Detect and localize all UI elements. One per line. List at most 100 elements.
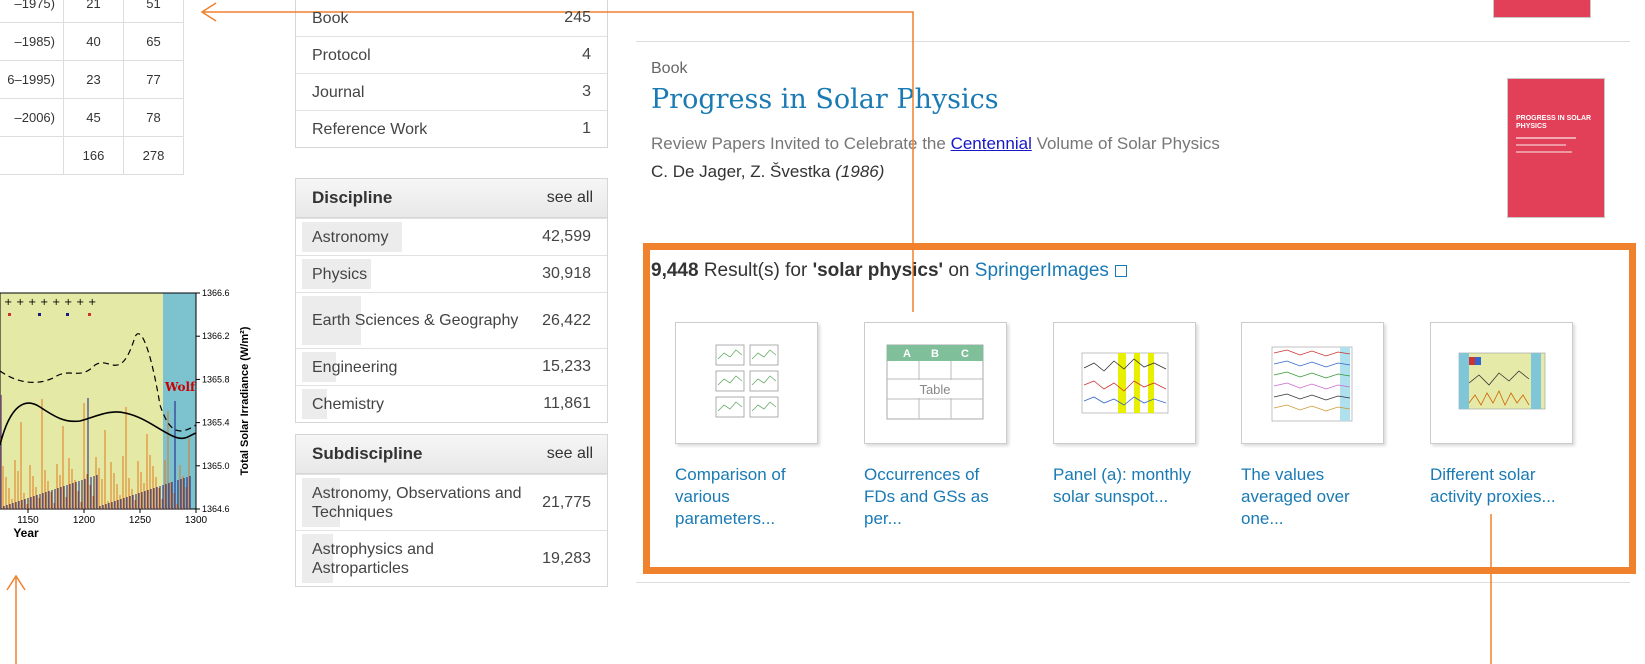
facet-item-label: Chemistry	[312, 395, 385, 413]
springer-image-caption-link[interactable]: The values averaged over one...	[1241, 464, 1391, 530]
left-table-cell: –1985)	[0, 22, 64, 61]
left-table-cell: 21	[63, 0, 124, 23]
left-table-row: 166 278	[0, 136, 184, 175]
facet-item-count: 19,283	[542, 549, 591, 567]
left-table-cell	[0, 136, 64, 175]
left-table-cell: –1975)	[0, 0, 64, 23]
springer-image-thumbnail[interactable]	[675, 322, 818, 444]
heading-text: on	[943, 260, 975, 281]
left-table-cell: 78	[123, 98, 184, 137]
chart-marker	[8, 313, 11, 316]
subdiscipline-title: Subdiscipline	[312, 444, 423, 463]
chart-x-label: Year	[13, 526, 39, 540]
discipline-see-all-link[interactable]: see all	[547, 189, 593, 207]
springer-image-thumbnail[interactable]	[1053, 322, 1196, 444]
left-table-cell: 77	[123, 60, 184, 99]
left-table-cell: 166	[63, 136, 124, 175]
content-type-item[interactable]: Protocol 4	[296, 36, 607, 73]
cover-line	[1516, 151, 1572, 153]
facet-item-count: 42,599	[542, 228, 591, 245]
chart-y-label: Total Solar Irradiance (W/m²)	[239, 326, 251, 475]
chart-star-marker: +	[4, 297, 12, 308]
book-cover-image[interactable]: PROGRESS IN SOLAR PHYSICS	[1507, 78, 1605, 218]
facet-item-count: 245	[564, 9, 591, 26]
result-title-link[interactable]: Progress in Solar Physics	[651, 84, 999, 115]
left-table-row: –1975) 21 51	[0, 0, 184, 23]
facet-item-label: Astronomy	[312, 228, 389, 246]
subdiscipline-header: Subdiscipline see all	[296, 435, 607, 474]
discipline-item[interactable]: Engineering 15,233	[296, 348, 607, 385]
chart-star-marker: +	[52, 297, 60, 308]
content-type-item[interactable]: Journal 3	[296, 73, 607, 110]
left-table-row: 6–1995) 23 77	[0, 60, 184, 99]
left-table-cell: 65	[123, 22, 184, 61]
springer-image-caption-link[interactable]: Occurrences of FDs and GSs as per...	[864, 464, 1014, 530]
springer-image-caption-link[interactable]: Panel (a): monthly solar sunspot...	[1053, 464, 1203, 508]
chart-star-marker: +	[76, 297, 84, 308]
chart-marker	[66, 313, 69, 316]
discipline-item[interactable]: Physics 30,918	[296, 255, 607, 292]
table-col-label: A	[903, 348, 911, 360]
facet-item-count: 3	[582, 83, 591, 100]
discipline-facet: Discipline see all Astronomy 42,599 Physic…	[295, 178, 608, 423]
table-col-label: B	[931, 348, 939, 360]
discipline-item[interactable]: Earth Sciences & Geography 26,422	[296, 292, 607, 348]
left-data-table: –1975) 21 51 –1985) 40 65 6–1995) 23 77 –2006) 45 7…	[0, 0, 184, 175]
facet-item-label: Astrophysics and Astroparticles	[312, 540, 434, 577]
bottom-divider	[636, 582, 1630, 583]
left-table-cell: 278	[123, 136, 184, 175]
content-type-item[interactable]: Reference Work 1	[296, 110, 607, 147]
springer-images-link[interactable]: SpringerImages	[975, 260, 1109, 281]
chart-x-tick: 1200	[73, 515, 96, 526]
facet-item-count: 4	[582, 46, 591, 63]
springer-image-thumbnail[interactable]	[1430, 322, 1573, 444]
springer-image-caption-link[interactable]: Comparison of various parameters...	[675, 464, 825, 530]
chart-y-tick: 1366.6	[202, 288, 230, 298]
facet-item-count: 11,861	[543, 395, 591, 412]
facet-item-count: 26,422	[542, 311, 591, 329]
authors-text: C. De Jager, Z. Švestka	[651, 162, 831, 181]
chart-star-marker: +	[28, 297, 36, 308]
cover-line	[1516, 144, 1566, 146]
chart-star-marker: +	[64, 297, 72, 308]
external-link-icon[interactable]	[1114, 265, 1127, 277]
facet-item-label: Engineering	[312, 358, 398, 376]
subtitle-text-end: Volume of Solar Physics	[1031, 134, 1220, 153]
chart-y-tick: 1364.6	[202, 504, 230, 514]
result-authors: C. De Jager, Z. Švestka (1986)	[651, 162, 884, 182]
table-col-label: C	[961, 348, 969, 360]
subdiscipline-item[interactable]: Astronomy, Observations and Techniques 21…	[296, 474, 607, 530]
content-type-facet: Book 245 Protocol 4 Journal 3 Reference Work 1	[295, 0, 608, 148]
subdiscipline-facet: Subdiscipline see all Astronomy, Observa…	[295, 434, 608, 587]
publication-year: (1986)	[835, 162, 885, 181]
springer-image-thumbnail[interactable]	[1241, 322, 1384, 444]
facet-item-label: Reference Work	[312, 120, 428, 138]
result-doc-type: Book	[651, 60, 688, 77]
springer-image-caption-link[interactable]: Different solar activity proxies...	[1430, 464, 1580, 508]
facet-item-count: 30,918	[542, 265, 591, 282]
subtitle-text: Review Papers Invited to Celebrate the	[651, 134, 951, 153]
thumbnail-graphic	[715, 344, 779, 418]
table-placeholder-label: Table	[919, 382, 950, 397]
facet-item-label: Earth Sciences & Geography	[312, 312, 519, 329]
discipline-item[interactable]: Chemistry 11,861	[296, 385, 607, 422]
facet-item-label: Journal	[312, 83, 365, 101]
arrow-head	[200, 2, 217, 22]
subtitle-highlight[interactable]: Centennial	[951, 134, 1032, 153]
thumbnail-graphic	[1271, 346, 1353, 422]
springer-images-heading: 9,448 Result(s) for 'solar physics' on S…	[651, 260, 1127, 282]
discipline-header: Discipline see all	[296, 179, 607, 218]
subdiscipline-see-all-link[interactable]: see all	[547, 445, 593, 463]
facet-item-count: 15,233	[542, 358, 591, 375]
thumbnail-graphic: A B C Table	[886, 344, 984, 420]
content-type-item[interactable]: Book 245	[296, 0, 607, 36]
solar-irradiance-chart: + + + + + + + + Wolf 1366.6 1366.2 1365.8 1365.4 1365…	[0, 285, 260, 550]
facet-item-count: 1	[582, 120, 591, 137]
springer-image-thumbnail[interactable]: A B C Table	[864, 322, 1007, 444]
discipline-item[interactable]: Astronomy 42,599	[296, 218, 607, 255]
facet-item-label: Book	[312, 9, 349, 27]
chart-y-tick: 1365.4	[202, 418, 230, 428]
subdiscipline-item[interactable]: Astrophysics and Astroparticles 19,283	[296, 530, 607, 586]
previous-result-cover[interactable]	[1493, 0, 1591, 18]
chart-x-tick: 1250	[129, 515, 152, 526]
